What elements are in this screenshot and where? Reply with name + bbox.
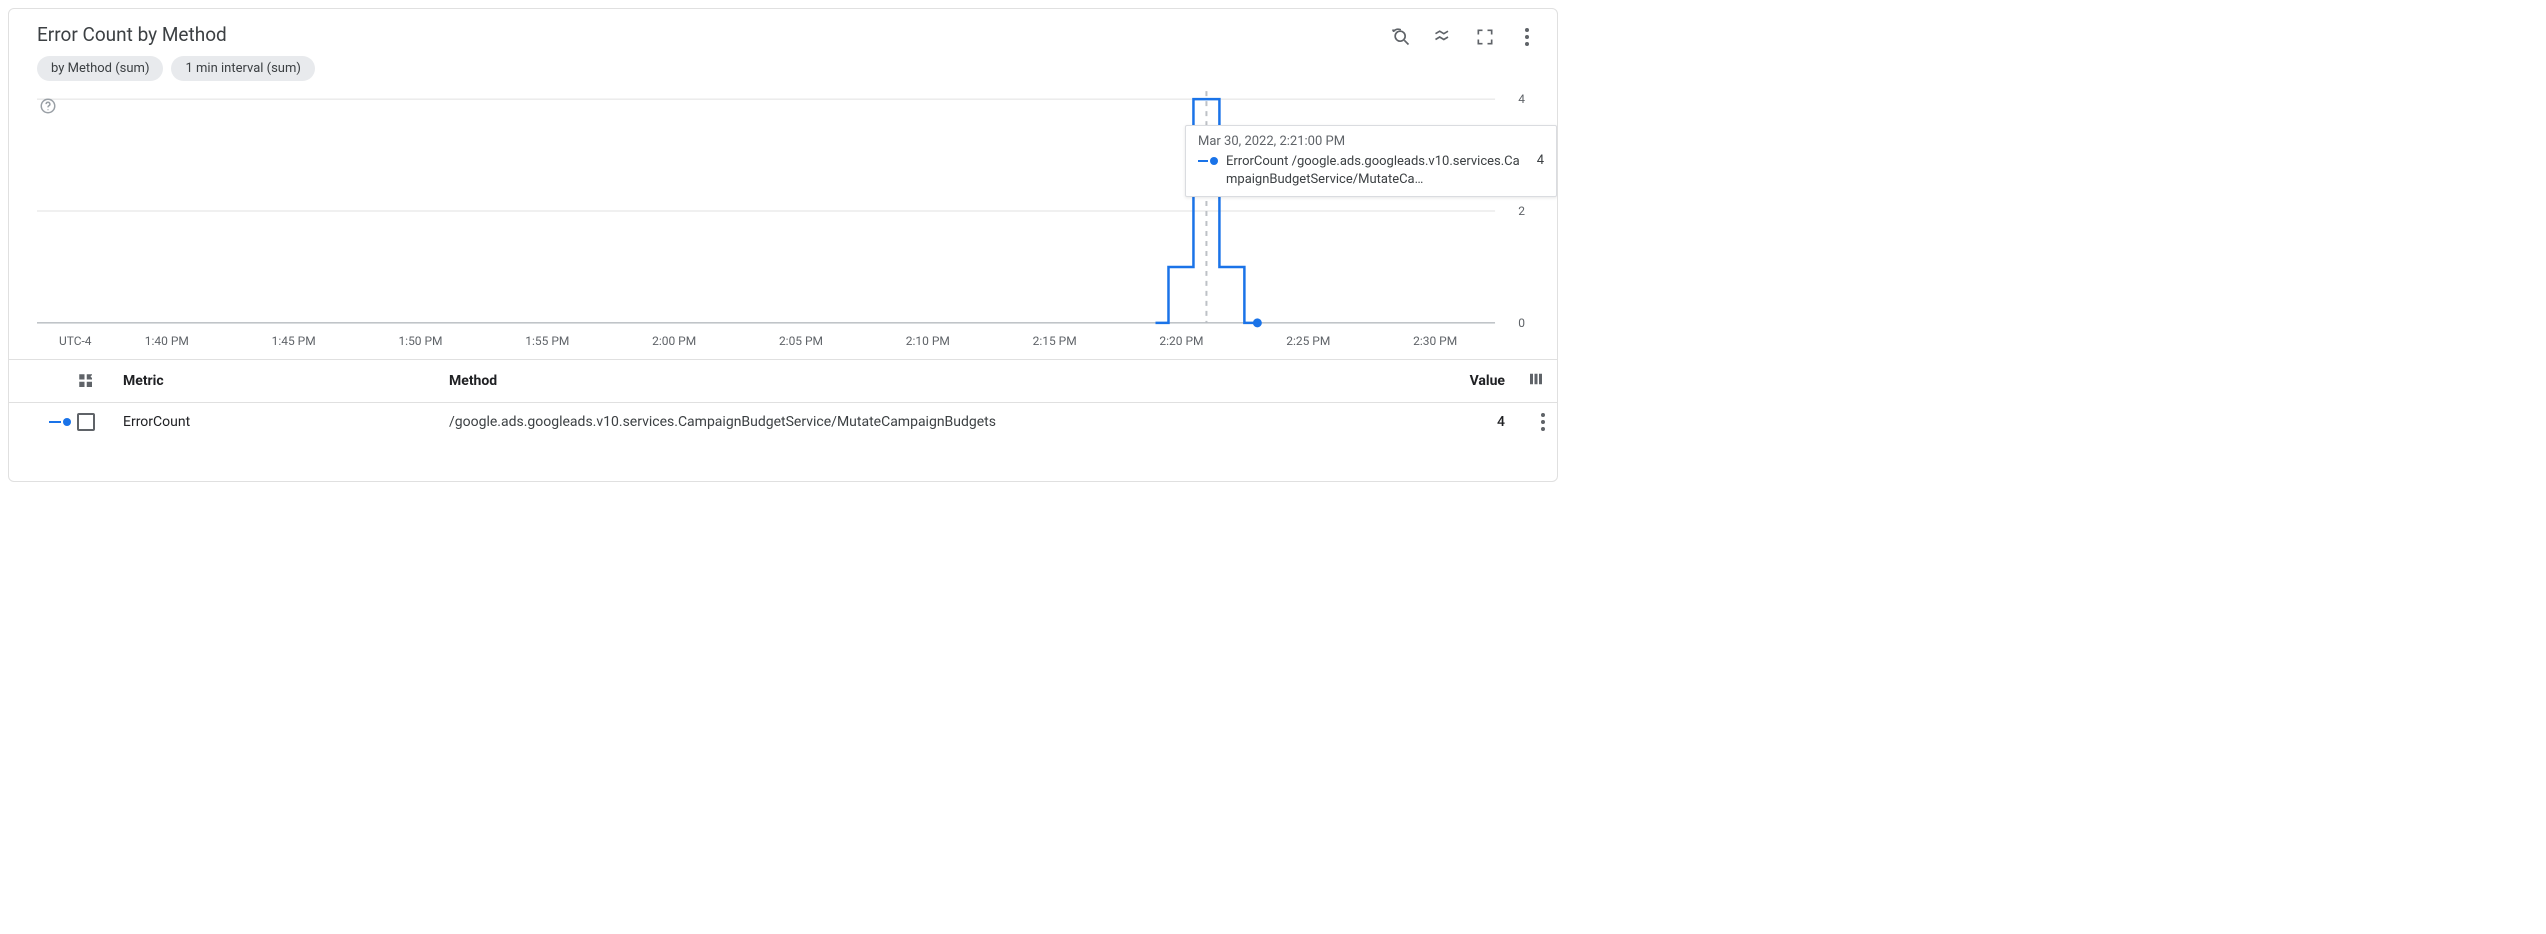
y-tick: 4 (1518, 92, 1525, 106)
th-metric[interactable]: Metric (123, 373, 449, 389)
help-icon[interactable] (39, 97, 57, 115)
row-more-options-icon[interactable] (1541, 413, 1545, 431)
chip-interval[interactable]: 1 min interval (sum) (171, 56, 314, 81)
row-series-marker (21, 418, 77, 426)
y-tick: 2 (1518, 204, 1525, 218)
th-method[interactable]: Method (449, 373, 1445, 389)
chart-area[interactable]: 4 2 0 UTC-4 1:40 PM 1:45 PM 1:50 PM 1:55… (9, 87, 1557, 359)
card-header: Error Count by Method by Method (sum) 1 … (9, 9, 1557, 87)
column-settings-icon[interactable] (1527, 370, 1545, 392)
card-toolbar (1391, 23, 1537, 47)
table-header: Metric Method Value (9, 359, 1557, 402)
filter-columns-icon[interactable] (77, 372, 123, 390)
td-method: /google.ads.googleads.v10.services.Campa… (449, 414, 1445, 430)
x-tick: 1:45 PM (272, 334, 316, 348)
more-options-icon[interactable] (1517, 27, 1537, 47)
y-tick: 0 (1518, 316, 1525, 330)
chip-row: by Method (sum) 1 min interval (sum) (37, 56, 315, 81)
x-tick: UTC-4 (59, 334, 92, 348)
header-left: Error Count by Method by Method (sum) 1 … (37, 23, 315, 81)
x-tick: 2:15 PM (1033, 334, 1077, 348)
tooltip-series-marker (1198, 157, 1218, 165)
metrics-card: Error Count by Method by Method (sum) 1 … (8, 8, 1558, 482)
chart-tooltip: Mar 30, 2022, 2:21:00 PM ErrorCount /goo… (1185, 125, 1557, 197)
current-time-marker (1253, 318, 1262, 327)
x-tick: 2:25 PM (1286, 334, 1330, 348)
reset-zoom-icon[interactable] (1391, 27, 1411, 47)
legend-toggle-icon[interactable] (1433, 27, 1453, 47)
td-value: 4 (1445, 414, 1505, 430)
x-tick: 2:00 PM (652, 334, 696, 348)
tooltip-timestamp: Mar 30, 2022, 2:21:00 PM (1198, 134, 1544, 149)
x-tick: 2:05 PM (779, 334, 823, 348)
th-value[interactable]: Value (1445, 373, 1505, 389)
x-tick: 2:20 PM (1159, 334, 1203, 348)
chip-group-by[interactable]: by Method (sum) (37, 56, 163, 81)
x-tick: 1:55 PM (525, 334, 569, 348)
fullscreen-icon[interactable] (1475, 27, 1495, 47)
tooltip-series-label: ErrorCount /google.ads.googleads.v10.ser… (1226, 153, 1521, 188)
x-tick: 1:50 PM (398, 334, 442, 348)
x-tick: 2:10 PM (906, 334, 950, 348)
table-row: ErrorCount /google.ads.googleads.v10.ser… (9, 402, 1557, 441)
tooltip-value: 4 (1537, 153, 1544, 168)
td-metric: ErrorCount (123, 414, 449, 430)
card-title: Error Count by Method (37, 23, 315, 46)
row-checkbox[interactable] (77, 413, 95, 431)
x-tick: 2:30 PM (1413, 334, 1457, 348)
x-tick: 1:40 PM (145, 334, 189, 348)
